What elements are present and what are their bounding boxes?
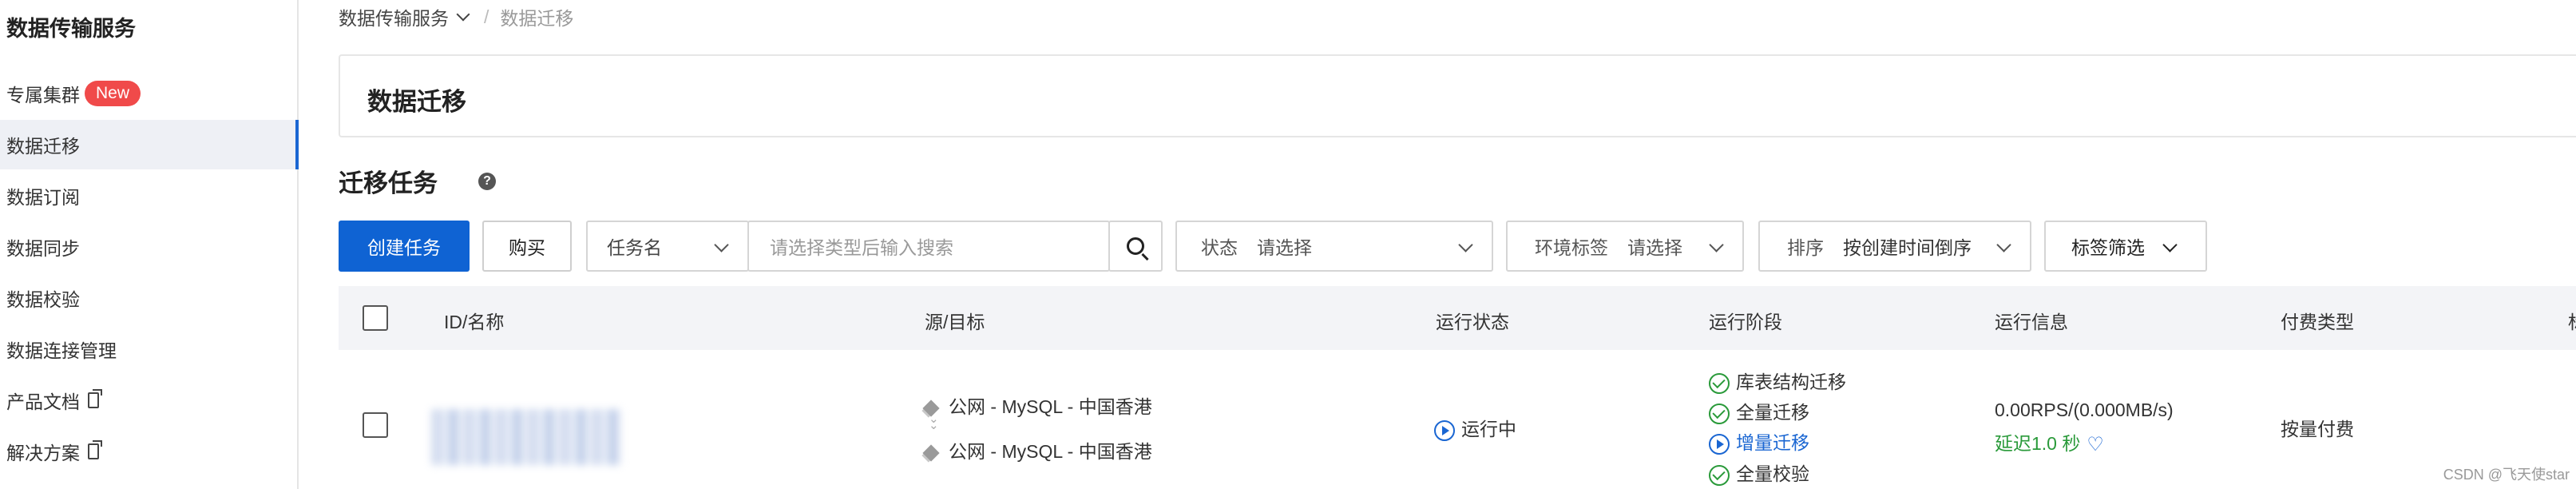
tag-filter-label: 标签筛选 xyxy=(2071,237,2145,258)
chevron-down-icon xyxy=(1458,237,1473,252)
sidebar-title: 数据传输服务 xyxy=(6,17,136,41)
tag-filter-button[interactable]: 标签筛选 xyxy=(2044,221,2207,272)
column-header-billing: 付费类型 xyxy=(2281,312,2354,332)
env-tag-placeholder: 请选择 xyxy=(1627,237,1682,258)
new-badge: New xyxy=(85,81,141,106)
sidebar-item-label: 数据校验 xyxy=(6,289,80,310)
column-header-tags: 标 xyxy=(2568,307,2576,334)
check-circle-icon xyxy=(1709,403,1730,424)
help-icon[interactable]: ? xyxy=(478,173,496,190)
heartbeat-icon[interactable] xyxy=(2087,433,2104,456)
sidebar-item-label: 数据连接管理 xyxy=(6,340,117,361)
select-all-checkbox[interactable] xyxy=(363,305,388,331)
run-status: 运行中 xyxy=(1434,414,1516,441)
sidebar-item-label: 数据迁移 xyxy=(6,136,80,157)
search-type-select[interactable]: 任务名 xyxy=(586,221,749,272)
check-circle-icon xyxy=(1709,372,1730,394)
breadcrumb-separator: / xyxy=(484,6,489,27)
check-circle-icon xyxy=(1709,464,1730,486)
chevron-down-icon xyxy=(714,237,729,252)
section-title: 迁移任务 xyxy=(339,169,438,197)
breadcrumb-current: 数据迁移 xyxy=(500,8,574,29)
sidebar-item-data-sync[interactable]: 数据同步 xyxy=(0,222,297,272)
sidebar-item-data-validation[interactable]: 数据校验 xyxy=(0,273,297,323)
search-placeholder: 请选择类型后输入搜索 xyxy=(770,237,953,258)
sort-label: 排序 xyxy=(1787,237,1824,258)
sidebar-item-dedicated-cluster[interactable]: 专属集群 New xyxy=(0,69,297,118)
breadcrumb: 数据传输服务 / 数据迁移 xyxy=(339,3,573,30)
search-button[interactable] xyxy=(1108,221,1163,272)
run-info-delay: 延迟1.0 秒 xyxy=(1995,428,2104,456)
chevron-down-icon: ⌄ ⌄ xyxy=(929,412,939,432)
column-header-id-name: ID/名称 xyxy=(444,312,505,332)
external-link-icon xyxy=(88,389,102,408)
stage-full-validation: 全量校验 xyxy=(1709,459,1809,486)
column-header-run-status: 运行状态 xyxy=(1436,312,1509,332)
sidebar-item-data-migration[interactable]: 数据迁移 xyxy=(0,120,299,169)
stage-full-migration: 全量迁移 xyxy=(1709,397,1809,424)
sidebar-item-label: 产品文档 xyxy=(6,392,80,412)
sidebar-item-product-docs[interactable]: 产品文档 xyxy=(0,376,297,425)
breadcrumb-root[interactable]: 数据传输服务 xyxy=(339,3,449,30)
column-header-source-target: 源/目标 xyxy=(925,312,985,332)
sidebar: 数据传输服务 专属集群 New 数据迁移 数据订阅 数据同步 数据校验 数据连接… xyxy=(0,0,299,489)
database-icon xyxy=(922,444,940,462)
target-endpoint: 公网 - MySQL - 中国香港 xyxy=(922,436,1152,463)
search-input[interactable]: 请选择类型后输入搜索 xyxy=(747,221,1110,272)
column-header-run-info: 运行信息 xyxy=(1995,312,2068,332)
page-title: 数据迁移 xyxy=(367,88,466,116)
stage-incremental-migration[interactable]: 增量迁移 xyxy=(1709,427,1809,455)
status-label: 状态 xyxy=(1201,237,1238,258)
chevron-down-icon xyxy=(1709,237,1724,252)
task-id-redacted[interactable] xyxy=(431,409,623,465)
sidebar-item-connection-management[interactable]: 数据连接管理 xyxy=(0,324,297,374)
column-header-run-stage: 运行阶段 xyxy=(1709,312,1782,332)
search-type-value: 任务名 xyxy=(607,237,662,258)
row-checkbox[interactable] xyxy=(363,412,388,438)
watermark: CSDN @飞天使star xyxy=(2443,467,2570,483)
sidebar-item-label: 数据订阅 xyxy=(6,187,80,208)
run-info-rate: 0.00RPS/(0.000MB/s) xyxy=(1995,400,2174,420)
sidebar-item-solutions[interactable]: 解决方案 xyxy=(0,427,297,476)
chevron-down-icon[interactable] xyxy=(456,7,470,22)
sort-select[interactable]: 排序 按创建时间倒序 xyxy=(1758,221,2031,272)
status-placeholder: 请选择 xyxy=(1257,237,1312,258)
env-tag-label: 环境标签 xyxy=(1535,237,1608,258)
sidebar-item-label: 数据同步 xyxy=(6,238,80,259)
buy-button[interactable]: 购买 xyxy=(482,221,572,272)
sidebar-item-data-subscription[interactable]: 数据订阅 xyxy=(0,171,297,221)
page-header-card: 数据迁移 xyxy=(339,54,2576,137)
chevron-down-icon xyxy=(2162,237,2178,252)
running-icon xyxy=(1709,433,1730,455)
sort-value: 按创建时间倒序 xyxy=(1843,237,1972,258)
billing-type: 按量付费 xyxy=(2281,419,2354,439)
status-select[interactable]: 状态 请选择 xyxy=(1175,221,1493,272)
running-icon xyxy=(1434,419,1455,441)
env-tag-select[interactable]: 环境标签 请选择 xyxy=(1506,221,1744,272)
stage-schema-migration: 库表结构迁移 xyxy=(1709,367,1846,394)
search-icon xyxy=(1127,237,1144,255)
chevron-down-icon xyxy=(1996,237,2011,252)
external-link-icon xyxy=(88,440,102,459)
sidebar-item-label: 专属集群 xyxy=(6,85,80,105)
create-task-button[interactable]: 创建任务 xyxy=(339,221,470,272)
table-header: ID/名称 源/目标 运行状态 运行阶段 运行信息 付费类型 标 xyxy=(339,286,2576,350)
sidebar-item-label: 解决方案 xyxy=(6,443,80,463)
source-endpoint: 公网 - MySQL - 中国香港 xyxy=(922,392,1152,419)
